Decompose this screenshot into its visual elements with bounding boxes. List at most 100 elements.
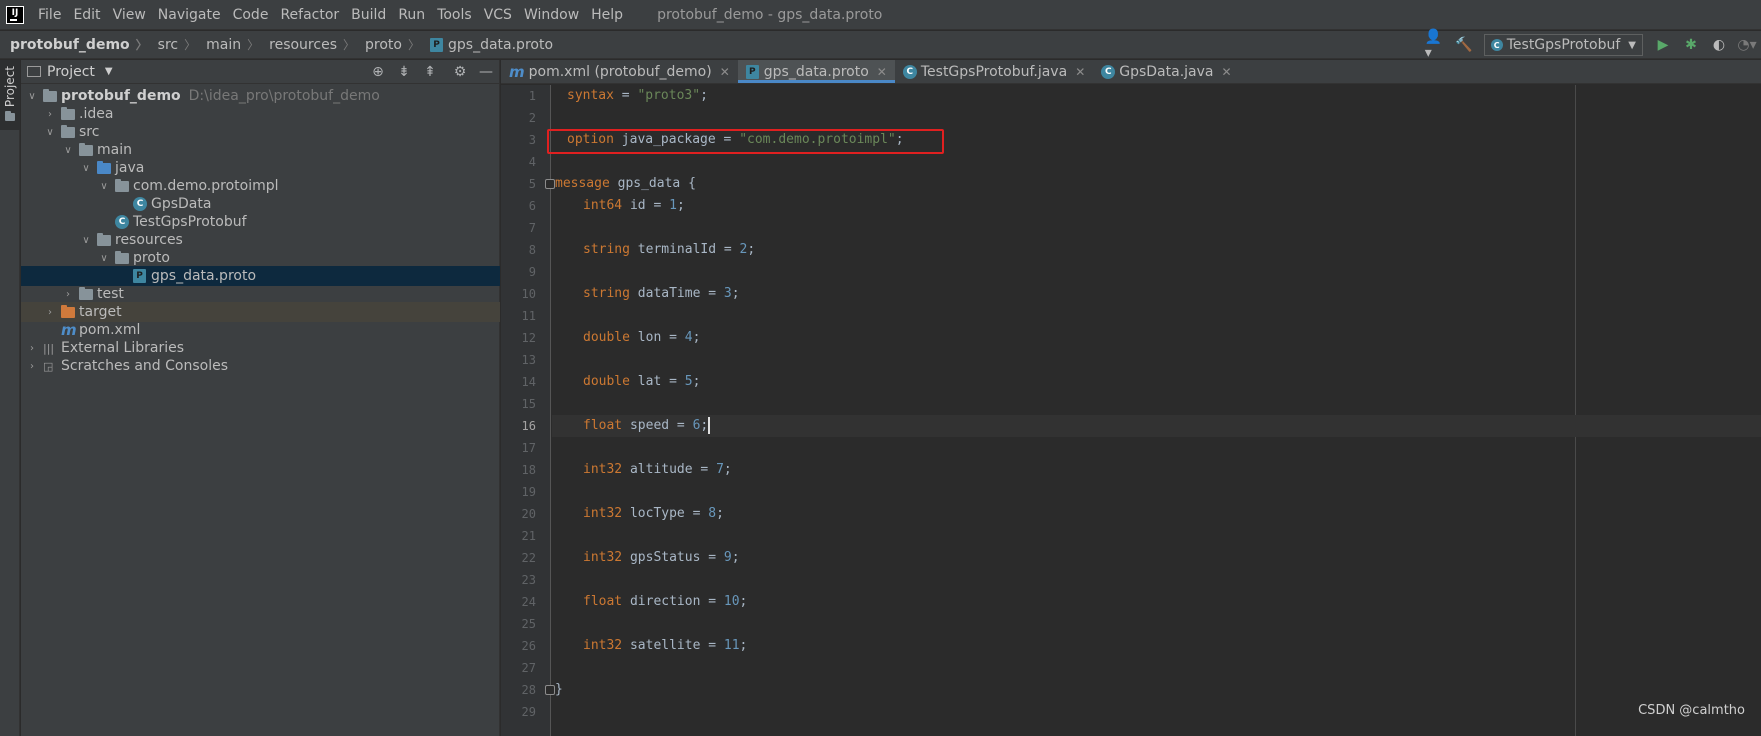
code-line[interactable]: float speed = 6; xyxy=(552,415,1761,437)
tree-item-project-root[interactable]: ∨ protobuf_demo D:\idea_pro\protobuf_dem… xyxy=(21,86,500,106)
watermark: CSDN @calmtho xyxy=(1638,703,1745,718)
tree-item-external-libraries[interactable]: › ||| External Libraries xyxy=(21,338,500,358)
tree-item-scratches[interactable]: › ◲ Scratches and Consoles xyxy=(21,356,500,376)
chevron-right-icon[interactable]: › xyxy=(43,307,57,318)
code-line[interactable]: int64 id = 1; xyxy=(552,195,1761,217)
code-token: ; xyxy=(747,242,756,257)
package-icon xyxy=(115,178,129,192)
tree-item-idea[interactable]: › .idea xyxy=(21,104,500,124)
chevron-right-icon[interactable]: › xyxy=(25,361,39,372)
close-icon[interactable]: ✕ xyxy=(1222,65,1232,79)
chevron-right-icon[interactable]: › xyxy=(61,289,75,300)
menu-build[interactable]: Build xyxy=(345,0,392,30)
breadcrumb-file[interactable]: Pgps_data.proto xyxy=(420,37,553,53)
profile-icon[interactable]: ◔▾ xyxy=(1736,34,1758,56)
line-number-gutter[interactable]: 1 2 3 4 5 6 7 8 9 10 11 12 13 14 15 16 17 18 19 20 21 22 23 24 2… xyxy=(501,85,555,736)
code-line[interactable]: } xyxy=(552,679,1761,701)
breadcrumb-main[interactable]: main 〉 xyxy=(196,36,259,53)
tree-item-java[interactable]: ∨ java xyxy=(21,158,500,178)
close-icon[interactable]: ✕ xyxy=(877,65,887,79)
code-line[interactable]: int32 altitude = 7; xyxy=(552,459,1761,481)
close-icon[interactable]: ✕ xyxy=(720,65,730,79)
collapse-all-icon[interactable]: ⇞ xyxy=(417,64,443,80)
locate-target-icon[interactable]: ⊕ xyxy=(365,64,391,80)
breadcrumb-resources[interactable]: resources 〉 xyxy=(259,36,355,53)
code-line[interactable]: int32 locType = 8; xyxy=(552,503,1761,525)
code-line[interactable]: double lon = 4; xyxy=(552,327,1761,349)
menu-help[interactable]: Help xyxy=(585,0,629,30)
menu-file[interactable]: File xyxy=(32,0,67,30)
code-line[interactable]: syntax = "proto3"; xyxy=(552,85,1761,107)
menu-navigate[interactable]: Navigate xyxy=(152,0,227,30)
menu-tools[interactable]: Tools xyxy=(431,0,478,30)
tab-testgpsprotobuf-java[interactable]: C TestGpsProtobuf.java ✕ xyxy=(895,60,1093,83)
menu-edit[interactable]: Edit xyxy=(67,0,106,30)
code-line[interactable]: double lat = 5; xyxy=(552,371,1761,393)
chevron-down-icon[interactable]: ∨ xyxy=(97,181,111,192)
code-line[interactable]: string dataTime = 3; xyxy=(552,283,1761,305)
tab-gps-data-proto[interactable]: P gps_data.proto ✕ xyxy=(737,60,895,83)
left-tool-stripe: Project xyxy=(0,60,20,736)
project-panel: Project ▼ ⊕ ⇟ ⇞ ⚙ — ∨ protobuf_demo D:\i… xyxy=(21,60,500,736)
code-line[interactable]: float direction = 10; xyxy=(552,591,1761,613)
line-number: 18 xyxy=(521,463,536,477)
code-line[interactable]: int32 gpsStatus = 9; xyxy=(552,547,1761,569)
tree-item-label: gps_data.proto xyxy=(151,268,257,284)
tree-item-gps-data-proto[interactable]: P gps_data.proto xyxy=(21,266,500,286)
code-line[interactable]: message gps_data { xyxy=(552,173,1761,195)
expand-all-icon[interactable]: ⇟ xyxy=(391,64,417,80)
menu-window[interactable]: Window xyxy=(518,0,585,30)
tree-item-package[interactable]: ∨ com.demo.protoimpl xyxy=(21,176,500,196)
tree-item-label: resources xyxy=(115,232,183,248)
breadcrumb-label: resources xyxy=(269,36,337,53)
user-icon[interactable]: 👤▾ xyxy=(1425,29,1447,61)
code-area[interactable]: syntax = "proto3"; option java_package =… xyxy=(552,85,1761,736)
menu-run[interactable]: Run xyxy=(392,0,431,30)
tree-item-pom[interactable]: m pom.xml xyxy=(21,320,500,340)
tab-pom-xml[interactable]: m pom.xml (protobuf_demo) ✕ xyxy=(501,60,738,83)
tree-item-proto[interactable]: ∨ proto xyxy=(21,248,500,268)
line-number: 8 xyxy=(528,243,536,257)
gear-icon[interactable]: ⚙ xyxy=(447,64,473,80)
tree-item-main[interactable]: ∨ main xyxy=(21,140,500,160)
code-line[interactable]: string terminalId = 2; xyxy=(552,239,1761,261)
hide-icon[interactable]: — xyxy=(473,64,499,80)
chevron-down-icon[interactable]: ∨ xyxy=(43,127,57,138)
run-icon[interactable]: ▶ xyxy=(1652,34,1674,56)
chevron-down-icon[interactable]: ∨ xyxy=(97,253,111,264)
tab-gpsdata-java[interactable]: C GpsData.java ✕ xyxy=(1093,60,1239,83)
menu-code[interactable]: Code xyxy=(227,0,275,30)
breadcrumb-project[interactable]: protobuf_demo 〉 xyxy=(0,36,148,53)
project-tool-window-button[interactable]: Project xyxy=(0,60,20,130)
menu-vcs[interactable]: VCS xyxy=(478,0,518,30)
tree-item-test[interactable]: › test xyxy=(21,284,500,304)
chevron-down-icon[interactable]: ∨ xyxy=(79,163,93,174)
tree-item-resources[interactable]: ∨ resources xyxy=(21,230,500,250)
code-token: 7 xyxy=(716,462,724,477)
chevron-down-icon[interactable]: ∨ xyxy=(25,91,39,102)
tree-item-src[interactable]: ∨ src xyxy=(21,122,500,142)
project-view-selector[interactable]: Project ▼ xyxy=(27,64,113,80)
menu-refactor[interactable]: Refactor xyxy=(274,0,345,30)
chevron-down-icon[interactable]: ∨ xyxy=(79,235,93,246)
code-token: string xyxy=(583,286,630,301)
code-line[interactable]: int32 satellite = 11; xyxy=(552,635,1761,657)
chevron-right-icon[interactable]: › xyxy=(43,109,57,120)
tree-item-gpsdata[interactable]: C GpsData xyxy=(21,194,500,214)
menu-view[interactable]: View xyxy=(107,0,152,30)
code-token: syntax xyxy=(567,88,614,103)
code-token: double xyxy=(583,330,630,345)
tree-item-testgpsprotobuf[interactable]: C TestGpsProtobuf xyxy=(21,212,500,232)
close-icon[interactable]: ✕ xyxy=(1075,65,1085,79)
breadcrumb-src[interactable]: src 〉 xyxy=(148,36,196,53)
debug-icon[interactable]: ✱ xyxy=(1680,34,1702,56)
run-configuration-select[interactable]: C TestGpsProtobuf ▼ xyxy=(1483,34,1643,56)
coverage-icon[interactable]: ◐ xyxy=(1708,34,1730,56)
build-hammer-icon[interactable]: 🔨 xyxy=(1453,34,1475,56)
tree-item-target[interactable]: › target xyxy=(21,302,500,322)
class-icon: C xyxy=(133,197,147,211)
chevron-down-icon[interactable]: ∨ xyxy=(61,145,75,156)
code-token: 3 xyxy=(723,286,732,301)
chevron-right-icon[interactable]: › xyxy=(25,343,39,354)
breadcrumb-proto[interactable]: proto 〉 xyxy=(355,36,420,53)
